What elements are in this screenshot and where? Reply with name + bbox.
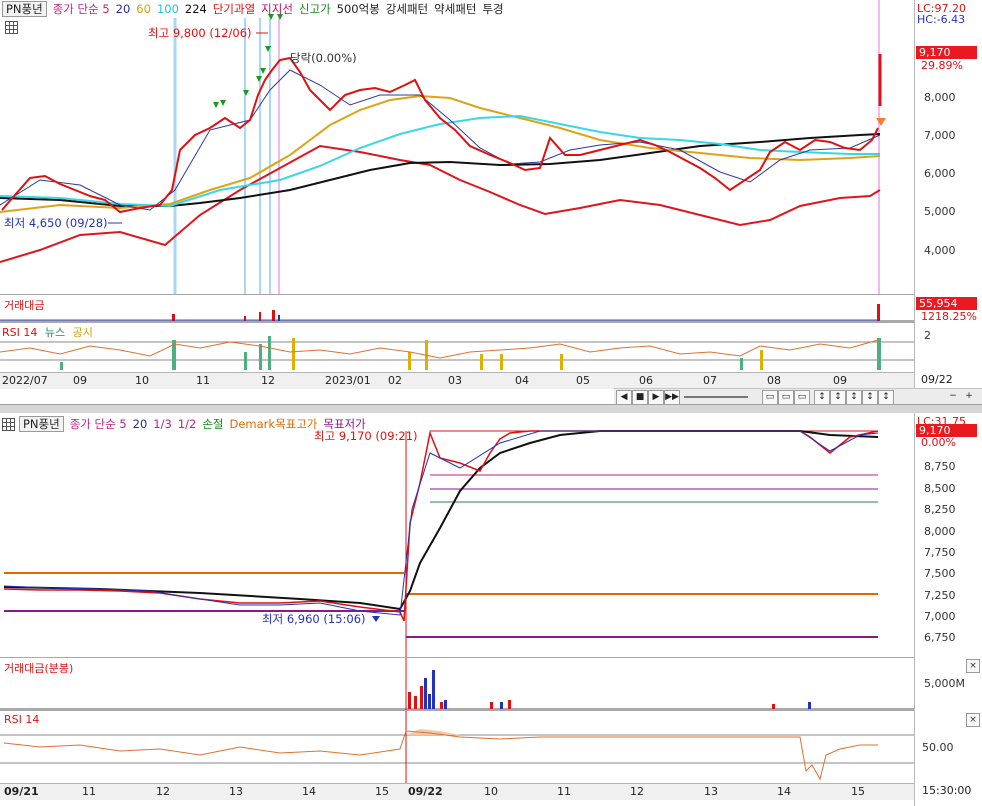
top-tick-7000: 7,000 (924, 129, 956, 142)
tool-d-icon[interactable]: ↕ (814, 390, 830, 405)
bottom-tick-7500: 7,500 (924, 567, 956, 580)
top-date-end: 09/22 (921, 373, 953, 386)
top-volume-pct: 1218.25% (921, 310, 977, 323)
bottom-volume-close-icon[interactable]: × (966, 659, 980, 673)
zoom-slider[interactable] (684, 396, 748, 398)
bottom-tick-7250: 7,250 (924, 589, 956, 602)
top-hc: HC:-6.43 (917, 13, 966, 26)
bottom-price-pct: 0.00% (921, 436, 956, 449)
top-candles (1, 54, 882, 214)
bottom-tick-7000: 7,000 (924, 610, 956, 623)
bottom-tick-6750: 6,750 (924, 631, 956, 644)
top-high-annotation: 최고 9,800 (12/06) (148, 26, 252, 40)
plus-icon[interactable]: + (962, 390, 976, 403)
top-price-badge: 9,170 (916, 46, 977, 59)
top-price-chart[interactable]: 최고 9,800 (12/06) 최저 4,650 (09/28) 당락(0.0… (0, 0, 914, 294)
bottom-tick-8250: 8,250 (924, 503, 956, 516)
bottom-rsi-tick: 50.00 (922, 741, 954, 754)
fast-forward-icon[interactable]: ▶▶ (664, 390, 680, 405)
tool-f-icon[interactable]: ↕ (846, 390, 862, 405)
scroll-right-icon[interactable]: ▶ (648, 390, 664, 405)
bottom-rsi-close-icon[interactable]: × (966, 713, 980, 727)
top-rsi-chart (0, 336, 914, 370)
top-tick-4000: 4,000 (924, 244, 956, 257)
bottom-high-annotation: 최고 9,170 (09:21) (314, 429, 418, 443)
minus-icon[interactable]: − (946, 390, 960, 403)
bottom-low-annotation: 최저 6,960 (15:06) (262, 612, 366, 626)
top-low-annotation: 최저 4,650 (09/28) (4, 216, 108, 230)
top-volume-badge: 55,954 (916, 297, 977, 310)
bottom-volume-tick: 5,000M (924, 677, 965, 690)
tool-g-icon[interactable]: ↕ (862, 390, 878, 405)
top-volume-chart (0, 304, 914, 322)
top-tick-5000: 5,000 (924, 205, 956, 218)
bottom-tick-8000: 8,000 (924, 525, 956, 538)
tool-c-icon[interactable]: ▭ (794, 390, 810, 405)
tool-b-icon[interactable]: ▭ (778, 390, 794, 405)
top-price-pct: 29.89% (921, 59, 963, 72)
scroll-left-icon[interactable]: ◀ (616, 390, 632, 405)
top-date-axis: 2022/07 09 10 11 12 2023/01 02 03 04 05 … (0, 372, 914, 389)
bottom-tick-8500: 8,500 (924, 482, 956, 495)
stop-icon[interactable]: ■ (632, 390, 648, 405)
top-tick-8000: 8,000 (924, 91, 956, 104)
top-rsi-tick: 2 (924, 329, 931, 342)
tool-e-icon[interactable]: ↕ (830, 390, 846, 405)
bottom-time-end: 15:30:00 (922, 784, 972, 797)
tool-a-icon[interactable]: ▭ (762, 390, 778, 405)
bottom-volume-chart (0, 658, 914, 710)
tool-h-icon[interactable]: ↕ (878, 390, 894, 405)
bottom-rsi-chart (0, 711, 914, 783)
bottom-tick-8750: 8,750 (924, 460, 956, 473)
bottom-time-axis: 09/21 11 12 13 14 15 09/22 10 11 12 13 1… (0, 783, 914, 800)
top-tick-6000: 6,000 (924, 167, 956, 180)
top-suspend-annotation: 당락(0.00%) (290, 51, 357, 65)
bottom-price-chart[interactable]: 최고 9,170 (09:21) 최저 6,960 (15:06) (0, 413, 914, 657)
top-scrollbar[interactable]: ◀ ■ ▶ ▶▶ ▭ ▭ ▭ ↕ ↕ ↕ ↕ ↕ − + (614, 388, 982, 405)
bottom-tick-7750: 7,750 (924, 546, 956, 559)
